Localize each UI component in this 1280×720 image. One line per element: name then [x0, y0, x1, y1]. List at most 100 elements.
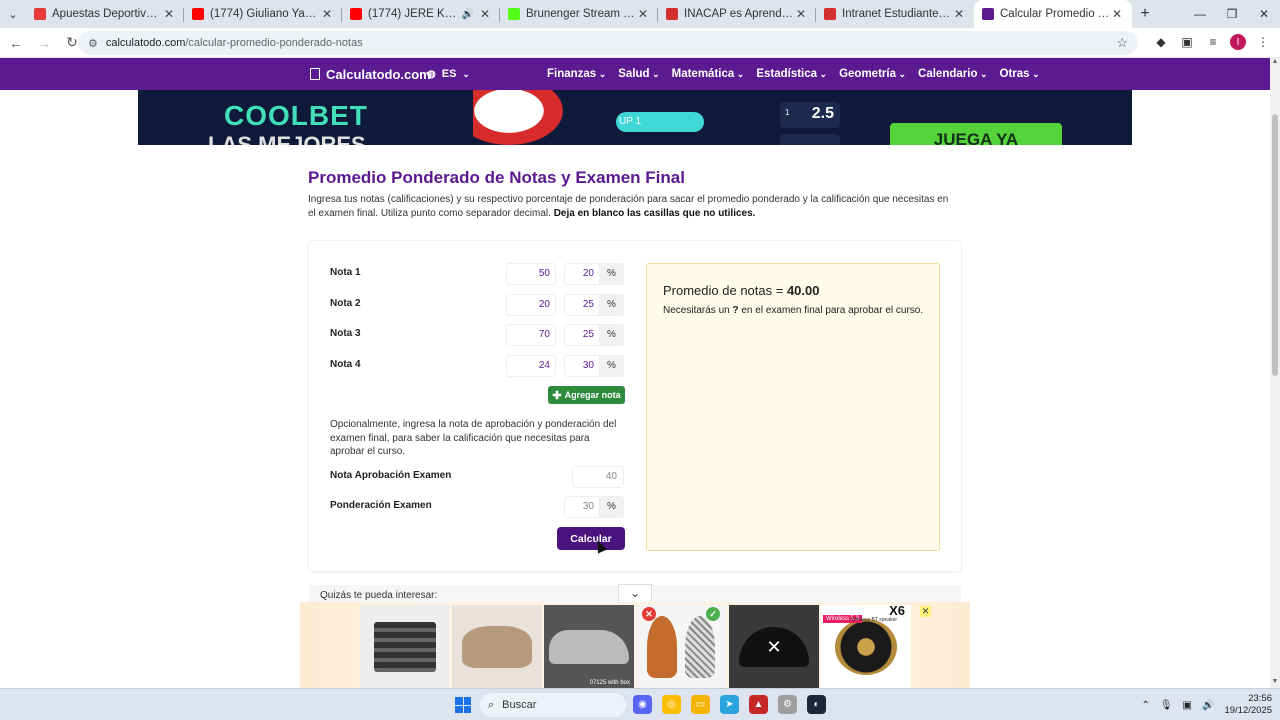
add-grade-button[interactable]: ✚ Agregar nota — [548, 386, 625, 404]
ad-cta-button[interactable]: JUEGA YA — [890, 123, 1062, 145]
menu-item-finanzas[interactable]: Finanzas — [547, 68, 606, 80]
weight-input[interactable]: 30 — [564, 355, 600, 377]
telegram-icon[interactable]: ➤ — [720, 695, 739, 714]
ad-product-toolbox[interactable] — [360, 605, 450, 688]
tab-title: (1774) Giuliano Yankees ft Tuno — [210, 8, 320, 20]
close-icon[interactable]: ✕ — [478, 7, 492, 21]
calculate-button[interactable]: Calcular — [557, 527, 625, 550]
network-icon[interactable]: ▣ — [1183, 700, 1192, 711]
advertisement-banner[interactable]: COOLBET LAS MEJORES UP 1 1 2.5 JUEGA YA — [138, 90, 1132, 145]
close-icon[interactable]: ✕ — [1110, 7, 1124, 21]
weight-input[interactable]: 25 — [564, 324, 600, 346]
new-tab-plus-icon[interactable]: + — [1132, 0, 1158, 28]
clock-date: 19/12/2025 — [1224, 705, 1272, 716]
browser-tab-active[interactable]: Calcular Promedio Ponderado ✕ — [974, 0, 1132, 28]
start-windows-icon[interactable] — [455, 697, 471, 713]
minimize-icon[interactable]: — — [1184, 0, 1216, 28]
exam-pass-input[interactable]: 40 — [572, 466, 624, 488]
file-explorer-icon[interactable]: ▭ — [691, 695, 710, 714]
ad-mascot-image — [473, 90, 563, 145]
volume-icon[interactable]: 🔊 — [1202, 700, 1214, 711]
window-controls: — ❐ ✕ — [1184, 0, 1280, 28]
browser-tab[interactable]: Intranet Estudiante | INACAP ✕ — [816, 0, 974, 28]
tab-title: (1774) JERE KLEIN & BAYR — [368, 8, 462, 20]
address-bar[interactable]: ⚙ calculatodo.com /calcular-promedio-pon… — [78, 31, 1138, 55]
ad-odds-value: 2.5 — [811, 105, 834, 122]
percent-addon: % — [599, 496, 624, 518]
scroll-down-arrow-icon[interactable]: ▼ — [1270, 678, 1280, 688]
grade-label: Nota 2 — [330, 298, 361, 309]
microphone-icon[interactable]: 🎙 — [1160, 700, 1173, 711]
taskbar-clock[interactable]: 23:56 19/12/2025 — [1224, 693, 1272, 717]
percent-addon: % — [599, 324, 624, 346]
result-panel: Promedio de notas = 40.00 Necesitarás un… — [646, 263, 940, 551]
brand-name: Calculatodo.com — [326, 66, 431, 82]
ad-close-icon[interactable]: ✕ — [920, 606, 931, 617]
menu-item-otras[interactable]: Otras — [1000, 68, 1040, 80]
steam-icon[interactable]: ◐ — [807, 695, 826, 714]
app-red-icon[interactable]: ▲ — [749, 695, 768, 714]
media-controls-icon[interactable]: ≡ — [1204, 33, 1222, 51]
close-icon[interactable]: ✕ — [636, 7, 650, 21]
menu-item-geometria[interactable]: Geometría — [839, 68, 906, 80]
browser-tab[interactable]: Apuestas Deportivas - Apuesta ✕ — [26, 0, 184, 28]
browser-tab[interactable]: Brunenger Stream - Watch Live ✕ — [500, 0, 658, 28]
language-selector[interactable]: ◍ ES ⌄ — [427, 58, 470, 90]
browser-tab[interactable]: (1774) JERE KLEIN & BAYR 🔊 ✕ — [342, 0, 500, 28]
chevron-up-icon[interactable]: ⌃ — [1141, 700, 1149, 711]
tab-favicon — [350, 8, 362, 20]
extensions-puzzle-icon[interactable]: ▣ — [1178, 33, 1196, 51]
ad-product-speaker[interactable]: Wireless 5.3 Wireless BT speaker X6 — [821, 603, 911, 688]
close-icon[interactable]: ✕ — [952, 7, 966, 21]
browser-tab[interactable]: INACAP es Aprender Haciendo ✕ — [658, 0, 816, 28]
chevron-down-icon[interactable]: ⌄ — [618, 584, 652, 602]
menu-item-calendario[interactable]: Calendario — [918, 68, 987, 80]
menu-item-salud[interactable]: Salud — [618, 68, 659, 80]
close-icon[interactable]: ✕ — [162, 7, 176, 21]
scroll-up-arrow-icon[interactable]: ▲ — [1270, 58, 1280, 68]
ad-product-iron[interactable]: ✕ ✓ — [636, 605, 726, 688]
settings-gear-icon[interactable]: ⚙ — [778, 695, 797, 714]
menu-item-estadistica[interactable]: Estadística — [756, 68, 827, 80]
url-path: /calcular-promedio-ponderado-notas — [185, 37, 363, 49]
page-scrollbar[interactable]: ▲ ▼ — [1270, 58, 1280, 688]
grade-input[interactable]: 70 — [506, 324, 556, 346]
grade-input[interactable]: 20 — [506, 294, 556, 316]
exam-weight-input[interactable]: 30 — [564, 496, 600, 518]
speaker-icon[interactable]: 🔊 — [462, 9, 474, 20]
browser-menu-icon[interactable]: ⋮ — [1254, 33, 1272, 51]
extension-diamond-icon[interactable]: ◆ — [1152, 33, 1170, 51]
grade-label: Nota 3 — [330, 328, 361, 339]
ad-product-car-model[interactable]: 07125 with box — [544, 605, 634, 688]
product-ad-strip[interactable]: 07125 with box ✕ ✓ ✕ Wireless 5.3 Wirele… — [300, 602, 970, 688]
weight-input[interactable]: 25 — [564, 294, 600, 316]
profile-avatar[interactable]: I — [1230, 34, 1246, 50]
ad-product-slippers[interactable] — [452, 605, 542, 688]
close-window-icon[interactable]: ✕ — [1248, 0, 1280, 28]
discord-icon[interactable]: ◉ — [633, 695, 652, 714]
forward-arrow-icon[interactable]: → — [32, 35, 56, 51]
weight-input[interactable]: 20 — [564, 263, 600, 285]
chrome-icon[interactable]: ◎ — [662, 695, 681, 714]
taskbar-search[interactable]: ⌕ Buscar — [480, 693, 626, 717]
tab-favicon — [34, 8, 46, 20]
scrollbar-thumb[interactable] — [1272, 114, 1278, 376]
close-icon[interactable]: ✕ — [794, 7, 808, 21]
menu-item-matematica[interactable]: Matemática — [672, 68, 745, 80]
exam-weight-row: Ponderación Examen 30 % — [330, 496, 626, 518]
browser-tab[interactable]: (1774) Giuliano Yankees ft Tuno ✕ — [184, 0, 342, 28]
site-info-icon[interactable]: ⚙ — [88, 37, 98, 50]
grade-input[interactable]: 24 — [506, 355, 556, 377]
site-logo[interactable]: Calculatodo.com — [310, 58, 431, 90]
ad-brand: COOLBET — [224, 100, 368, 131]
tab-search-chevron-icon[interactable]: ⌄ — [0, 0, 26, 28]
back-arrow-icon[interactable]: ← — [4, 35, 28, 51]
grade-input[interactable]: 50 — [506, 263, 556, 285]
ad-product-cap[interactable]: ✕ — [729, 605, 819, 688]
bookmark-star-icon[interactable]: ☆ — [1116, 35, 1128, 51]
plus-icon: ✚ — [552, 389, 562, 402]
restore-icon[interactable]: ❐ — [1216, 0, 1248, 28]
average-result: Promedio de notas = 40.00 — [663, 283, 820, 298]
grade-row: Nota 4 24 30 % — [330, 355, 626, 377]
close-icon[interactable]: ✕ — [320, 7, 334, 21]
